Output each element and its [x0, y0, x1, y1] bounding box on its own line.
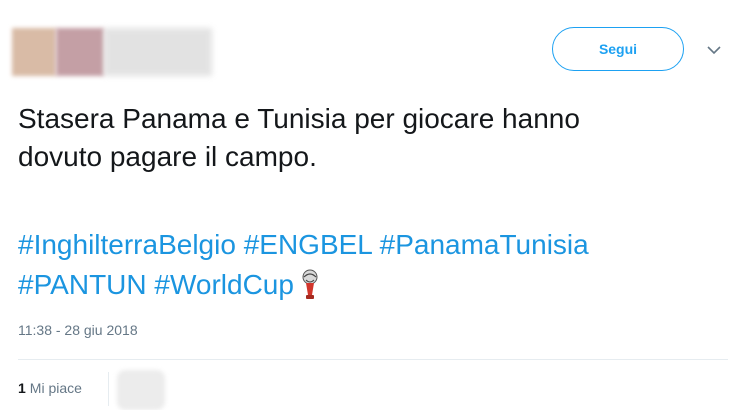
hashtag-link[interactable]: #InghilterraBelgio: [18, 229, 236, 260]
hashtag-link[interactable]: #PanamaTunisia: [380, 229, 589, 260]
author-avatar[interactable]: [12, 28, 56, 76]
author-handle-blur: [104, 28, 212, 76]
world-cup-trophy-icon: [300, 268, 320, 300]
tweet-text: Stasera Panama e Tunisia per giocare han…: [18, 100, 718, 176]
author-name-blur: [56, 28, 104, 76]
hashtag-block: #InghilterraBelgio #ENGBEL #PanamaTunisi…: [18, 225, 718, 305]
tweet-text-line: dovuto pagare il campo.: [18, 141, 317, 172]
author-info-blurred[interactable]: [12, 28, 212, 76]
chevron-down-icon[interactable]: [704, 40, 724, 60]
hashtag-link[interactable]: #PANTUN: [18, 269, 147, 300]
tweet-card: Segui Stasera Panama e Tunisia per gioca…: [0, 0, 736, 410]
hashtag-link[interactable]: #ENGBEL: [244, 229, 372, 260]
liker-avatar[interactable]: [117, 370, 165, 410]
tweet-text-line: Stasera Panama e Tunisia per giocare han…: [18, 103, 580, 134]
hashtag-link[interactable]: #WorldCup: [154, 269, 294, 300]
divider: [108, 372, 109, 406]
tweet-timestamp[interactable]: 11:38 - 28 giu 2018: [18, 322, 138, 338]
likes-number: 1: [18, 380, 26, 396]
likes-label: Mi piace: [29, 380, 82, 396]
follow-button[interactable]: Segui: [552, 27, 684, 71]
divider: [18, 359, 728, 360]
likes-count[interactable]: 1 Mi piace: [18, 380, 82, 396]
